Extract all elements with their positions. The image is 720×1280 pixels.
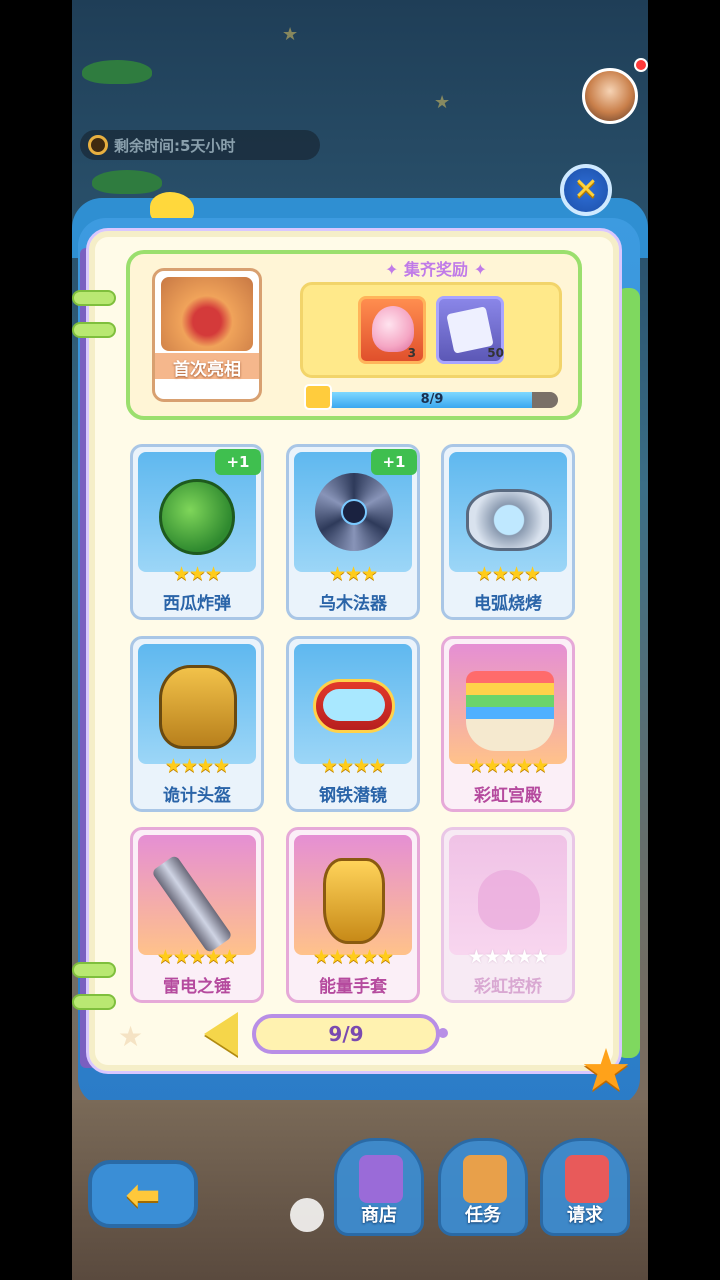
card-name: 钢铁潜镜 xyxy=(319,786,387,806)
touch-indicator xyxy=(290,1198,324,1232)
card-stack-icon xyxy=(304,384,332,410)
binder-ring xyxy=(72,290,116,306)
mailbox-icon xyxy=(359,1155,403,1203)
boot-stomp-icon xyxy=(161,277,253,351)
card-name: 电弧烧烤 xyxy=(474,594,542,614)
card-name: 诡计头盔 xyxy=(163,786,231,806)
quest-label: 任务 xyxy=(465,1205,501,1226)
palm-leaf xyxy=(82,60,152,84)
power-gauntlet-icon xyxy=(323,858,385,944)
binder-ring xyxy=(72,962,116,978)
collection-card[interactable]: ★★★★★ 雷电之锤 xyxy=(130,827,264,1003)
request-label: 请求 xyxy=(567,1205,603,1226)
sky-star-icon: ★ xyxy=(282,24,299,45)
sky-star-icon: ★ xyxy=(434,92,451,113)
starfish-icon: ★ xyxy=(580,1036,632,1104)
shop-label: 商店 xyxy=(361,1205,397,1226)
first-card-label: 首次亮相 xyxy=(173,360,241,380)
player-avatar[interactable] xyxy=(582,68,638,124)
collection-card[interactable]: ★★★★★ 能量手套 xyxy=(286,827,420,1003)
new-count-badge: +1 xyxy=(371,449,417,475)
collection-card[interactable]: ★★★★ 诡计头盔 xyxy=(130,636,264,812)
reward-title: ✦ 集齐奖励 ✦ xyxy=(385,260,487,279)
previous-page-button[interactable] xyxy=(204,1012,238,1056)
page-indicator: 9/9 xyxy=(252,1014,440,1054)
card-name: 雷电之锤 xyxy=(163,977,231,997)
star-rating: ★★★★ xyxy=(475,563,541,585)
shop-button[interactable]: 商店 xyxy=(334,1138,424,1236)
star-rating: ★★★★ xyxy=(320,755,386,777)
card-name: 能量手套 xyxy=(319,977,387,997)
star-rating: ★★★★★ xyxy=(312,946,394,968)
clock-icon xyxy=(88,135,108,155)
collection-card[interactable]: +1 ★★★ 西瓜炸弹 xyxy=(130,444,264,620)
card-name: 彩虹宫殿 xyxy=(474,786,542,806)
new-count-badge: +1 xyxy=(215,449,261,475)
star-rating: ★★★★★ xyxy=(467,755,549,777)
trickster-helmet-icon xyxy=(159,665,237,749)
star-rating: ★★★★★ xyxy=(156,946,238,968)
collection-card[interactable]: ★★★★ 钢铁潜镜 xyxy=(286,636,420,812)
request-stamp-icon xyxy=(565,1155,609,1203)
reward-qty-shell: 3 xyxy=(407,346,416,360)
collection-card[interactable]: ★★★★ 电弧烧烤 xyxy=(441,444,575,620)
event-timer: 剩余时间: 5天小时 xyxy=(80,130,320,160)
icon-detail xyxy=(341,499,367,525)
rainbow-palace-icon xyxy=(466,671,554,751)
request-button[interactable]: 请求 xyxy=(540,1138,630,1236)
star-rating: ★★★★ xyxy=(164,755,230,777)
arc-grill-icon xyxy=(466,489,552,551)
quest-book-icon xyxy=(463,1155,507,1203)
binder-ring xyxy=(72,322,116,338)
timer-value: 5天小时 xyxy=(180,136,236,155)
back-arrow-icon: ⬅ xyxy=(125,1169,161,1219)
reward-title-text: 集齐奖励 xyxy=(403,260,468,279)
watermelon-bomb-icon xyxy=(159,479,235,555)
star-rating: ★★★ xyxy=(172,563,222,585)
game-screen: ★ ★ 剩余时间: 5天小时 首次亮相 ✦ 集齐奖励 ✦ 3 50 8/9 +1… xyxy=(72,0,648,1280)
binder-ring xyxy=(72,994,116,1010)
collection-card[interactable]: ★★★★★ 彩虹控桥 xyxy=(441,827,575,1003)
first-appearance-card[interactable]: 首次亮相 xyxy=(152,268,262,402)
collection-card[interactable]: +1 ★★★ 乌木法器 xyxy=(286,444,420,620)
card-name: 乌木法器 xyxy=(319,594,387,614)
back-button[interactable]: ⬅ xyxy=(88,1160,198,1228)
reward-qty-ticket: 50 xyxy=(487,346,504,360)
star-rating: ★★★★★ xyxy=(467,946,549,968)
collection-card[interactable]: ★★★★★ 彩虹宫殿 xyxy=(441,636,575,812)
notification-dot xyxy=(634,58,648,72)
card-name: 西瓜炸弹 xyxy=(163,594,231,614)
card-name: 彩虹控桥 xyxy=(474,977,542,997)
progress-text: 8/9 xyxy=(420,392,444,407)
reward-items-tray xyxy=(300,282,562,378)
starfish-icon: ★ xyxy=(118,1020,144,1053)
close-button[interactable]: ✕ xyxy=(560,164,612,216)
quest-button[interactable]: 任务 xyxy=(438,1138,528,1236)
icon-detail xyxy=(323,689,385,721)
pager-tail-dot xyxy=(438,1028,448,1038)
timer-label: 剩余时间: xyxy=(114,136,180,155)
palm-leaf xyxy=(92,170,162,194)
close-icon: ✕ xyxy=(573,172,599,207)
star-rating: ★★★ xyxy=(328,563,378,585)
